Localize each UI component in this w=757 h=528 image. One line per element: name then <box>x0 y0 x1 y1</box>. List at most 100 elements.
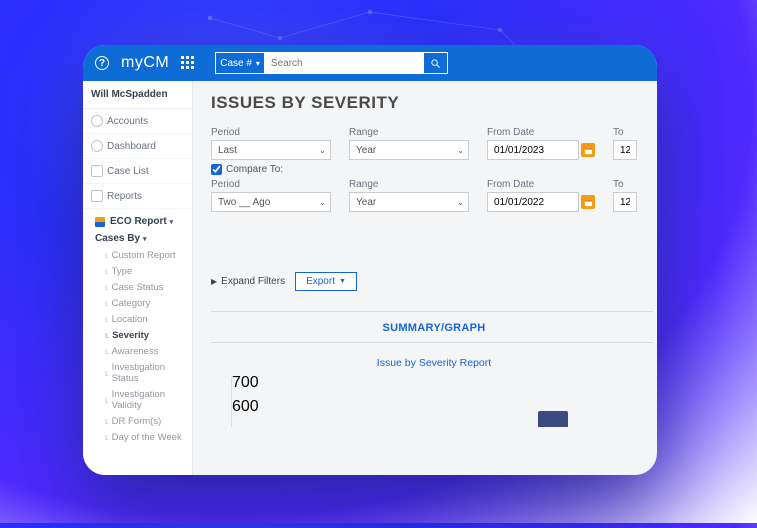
calendar-icon[interactable] <box>581 143 595 157</box>
tree-branch-icon: ʟ <box>105 282 109 292</box>
document-icon <box>91 190 103 202</box>
tree-leaf-investigation-status[interactable]: ʟInvestigation Status <box>99 359 192 386</box>
chevron-down-icon: ▼ <box>339 278 346 285</box>
export-label: Export <box>306 276 335 287</box>
y-tick-label: 600 <box>232 398 235 416</box>
tree-leaf-custom-report[interactable]: ʟCustom Report <box>99 247 192 263</box>
filter-label-from: From Date <box>487 179 595 190</box>
chevron-down-icon: ▾ <box>143 235 147 243</box>
to-date-input-2[interactable] <box>613 192 637 212</box>
select-value: Two __ Ago <box>218 197 270 208</box>
sidebar-item-label: Accounts <box>107 116 148 127</box>
expand-label: Expand Filters <box>221 276 285 287</box>
tree-label: ECO Report <box>110 216 167 227</box>
tree-sub-cases-by: ʟCustom ReportʟTypeʟCase StatusʟCategory… <box>89 247 192 445</box>
sidebar-item-label: Dashboard <box>107 141 156 152</box>
period-select[interactable]: Last ⌄ <box>211 140 331 160</box>
range-select[interactable]: Year ⌄ <box>349 140 469 160</box>
tree-leaf-label: Type <box>112 266 133 277</box>
export-button[interactable]: Export ▼ <box>295 272 357 291</box>
search-type-value: Case # <box>220 58 252 69</box>
expand-filters-button[interactable]: ▶ Expand Filters <box>211 276 285 287</box>
search-type-select[interactable]: Case # ▾ <box>215 52 264 74</box>
search-icon <box>430 58 441 69</box>
apps-grid-icon[interactable] <box>181 56 195 70</box>
select-value: Year <box>356 197 376 208</box>
search-button[interactable] <box>424 52 448 74</box>
tree-branch-icon: ʟ <box>105 416 109 426</box>
list-icon <box>91 165 103 177</box>
range-select-2[interactable]: Year ⌄ <box>349 192 469 212</box>
app-window: ? myCM Case # ▾ Will McSpadden Accounts <box>83 45 657 475</box>
filter-label-range: Range <box>349 127 469 138</box>
chevron-down-icon: ▾ <box>170 218 174 226</box>
from-date-input[interactable] <box>487 140 579 160</box>
tree-branch-icon: ʟ <box>105 432 109 442</box>
divider <box>211 342 653 343</box>
sidebar-item-label: Reports <box>107 191 142 202</box>
eco-icon <box>95 217 105 227</box>
tree-leaf-dr-form-s-[interactable]: ʟDR Form(s) <box>99 413 192 429</box>
chevron-down-icon: ▾ <box>256 59 260 68</box>
tree-branch-icon: ʟ <box>105 395 109 405</box>
tree-leaf-type[interactable]: ʟType <box>99 263 192 279</box>
search-group: Case # ▾ <box>215 52 448 74</box>
tree-leaf-label: Location <box>112 314 148 325</box>
tree-branch-icon: ʟ <box>105 298 109 308</box>
tree-leaf-severity[interactable]: ʟSeverity <box>99 327 192 343</box>
filter-row-1: Period Last ⌄ Range Year ⌄ From Date <box>211 127 657 160</box>
brand-label: myCM <box>121 54 169 72</box>
chevron-down-icon: ⌄ <box>457 198 464 207</box>
tree-label: Cases By <box>95 233 140 244</box>
tree-leaf-category[interactable]: ʟCategory <box>99 295 192 311</box>
filter-label-to: To <box>613 179 637 190</box>
topbar: ? myCM Case # ▾ <box>83 45 657 81</box>
search-input[interactable] <box>264 52 424 74</box>
sidebar-item-caselist[interactable]: Case List <box>83 159 192 184</box>
page-title: ISSUES BY SEVERITY <box>211 93 657 113</box>
divider <box>211 311 653 312</box>
person-icon <box>91 115 103 127</box>
tree-leaf-awareness[interactable]: ʟAwareness <box>99 343 192 359</box>
to-date-input[interactable] <box>613 140 637 160</box>
sidebar-item-dashboard[interactable]: Dashboard <box>83 134 192 159</box>
main-content: ISSUES BY SEVERITY Period Last ⌄ Range Y… <box>193 81 657 475</box>
from-date-input-2[interactable] <box>487 192 579 212</box>
compare-label: Compare To: <box>226 164 283 175</box>
tree-leaf-label: Investigation Status <box>112 362 192 384</box>
chart-plot-area: 700 600 <box>231 377 657 427</box>
tree-item-eco-report[interactable]: ECO Report ▾ <box>89 213 192 230</box>
compare-row: Compare To: <box>211 164 657 175</box>
tree-leaf-case-status[interactable]: ʟCase Status <box>99 279 192 295</box>
report-tree: ECO Report ▾ Cases By ▾ ʟCustom ReportʟT… <box>83 209 192 451</box>
filter-label-period: Period <box>211 179 331 190</box>
tree-leaf-day-of-the-week[interactable]: ʟDay of the Week <box>99 429 192 445</box>
tree-leaf-label: Investigation Validity <box>112 389 192 411</box>
tree-leaf-location[interactable]: ʟLocation <box>99 311 192 327</box>
tree-branch-icon: ʟ <box>105 330 109 340</box>
tree-branch-icon: ʟ <box>105 346 109 356</box>
filter-label-from: From Date <box>487 127 595 138</box>
tree-item-cases-by[interactable]: Cases By ▾ <box>89 230 192 247</box>
user-name: Will McSpadden <box>83 81 192 109</box>
summary-tab[interactable]: SUMMARY/GRAPH <box>211 322 657 334</box>
help-icon[interactable]: ? <box>95 56 109 70</box>
compare-checkbox[interactable] <box>211 164 222 175</box>
tree-leaf-label: Category <box>112 298 151 309</box>
filter-row-2: Period Two __ Ago ⌄ Range Year ⌄ From Da… <box>211 179 657 212</box>
chevron-down-icon: ⌄ <box>319 146 326 155</box>
tree-branch-icon: ʟ <box>105 314 109 324</box>
tree-leaf-label: Severity <box>112 330 149 341</box>
chevron-down-icon: ⌄ <box>319 198 326 207</box>
tree-branch-icon: ʟ <box>105 250 109 260</box>
tree-leaf-investigation-validity[interactable]: ʟInvestigation Validity <box>99 386 192 413</box>
calendar-icon[interactable] <box>581 195 595 209</box>
chart-title: Issue by Severity Report <box>211 357 657 369</box>
sidebar-item-accounts[interactable]: Accounts <box>83 109 192 134</box>
sidebar-item-reports[interactable]: Reports <box>83 184 192 209</box>
tree-leaf-label: Case Status <box>112 282 164 293</box>
period-select-2[interactable]: Two __ Ago ⌄ <box>211 192 331 212</box>
tree-branch-icon: ʟ <box>105 368 109 378</box>
filter-label-period: Period <box>211 127 331 138</box>
select-value: Last <box>218 145 237 156</box>
